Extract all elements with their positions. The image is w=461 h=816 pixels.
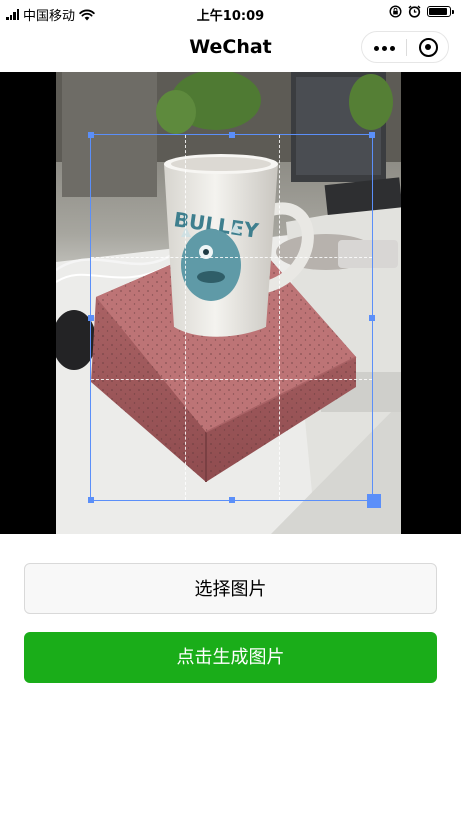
crop-grid-line [279,135,280,500]
signal-icon [6,9,19,20]
crop-grid-line [91,379,372,380]
crop-grid-line [185,135,186,500]
crop-handle-top[interactable] [229,132,235,138]
battery-icon [427,6,454,17]
alarm-icon [408,5,421,18]
crop-handle-left[interactable] [88,315,94,321]
crop-resize-handle[interactable] [367,494,381,508]
generate-image-button[interactable]: 点击生成图片 [24,632,437,683]
crop-handle-bottom[interactable] [229,497,235,503]
choose-image-button[interactable]: 选择图片 [24,563,437,614]
nav-bar: WeChat [0,26,461,72]
crop-handle-bottom-left[interactable] [88,497,94,503]
crop-handle-right[interactable] [369,315,375,321]
crop-handle-top-left[interactable] [88,132,94,138]
screen-lock-icon [389,5,402,18]
status-left: 中国移动 [6,5,95,24]
miniprogram-capsule [361,31,449,63]
battery-level-fill [429,8,447,15]
capsule-divider [406,39,407,56]
close-miniprogram-icon[interactable] [419,38,438,57]
carrier-label: 中国移动 [23,9,76,24]
crop-handle-top-right[interactable] [369,132,375,138]
status-bar: 中国移动 上午10:09 [0,0,461,26]
crop-selection-box[interactable] [88,132,375,503]
more-icon[interactable] [374,46,395,51]
status-right [389,5,454,18]
crop-grid-line [91,257,372,258]
wifi-icon [79,9,95,20]
